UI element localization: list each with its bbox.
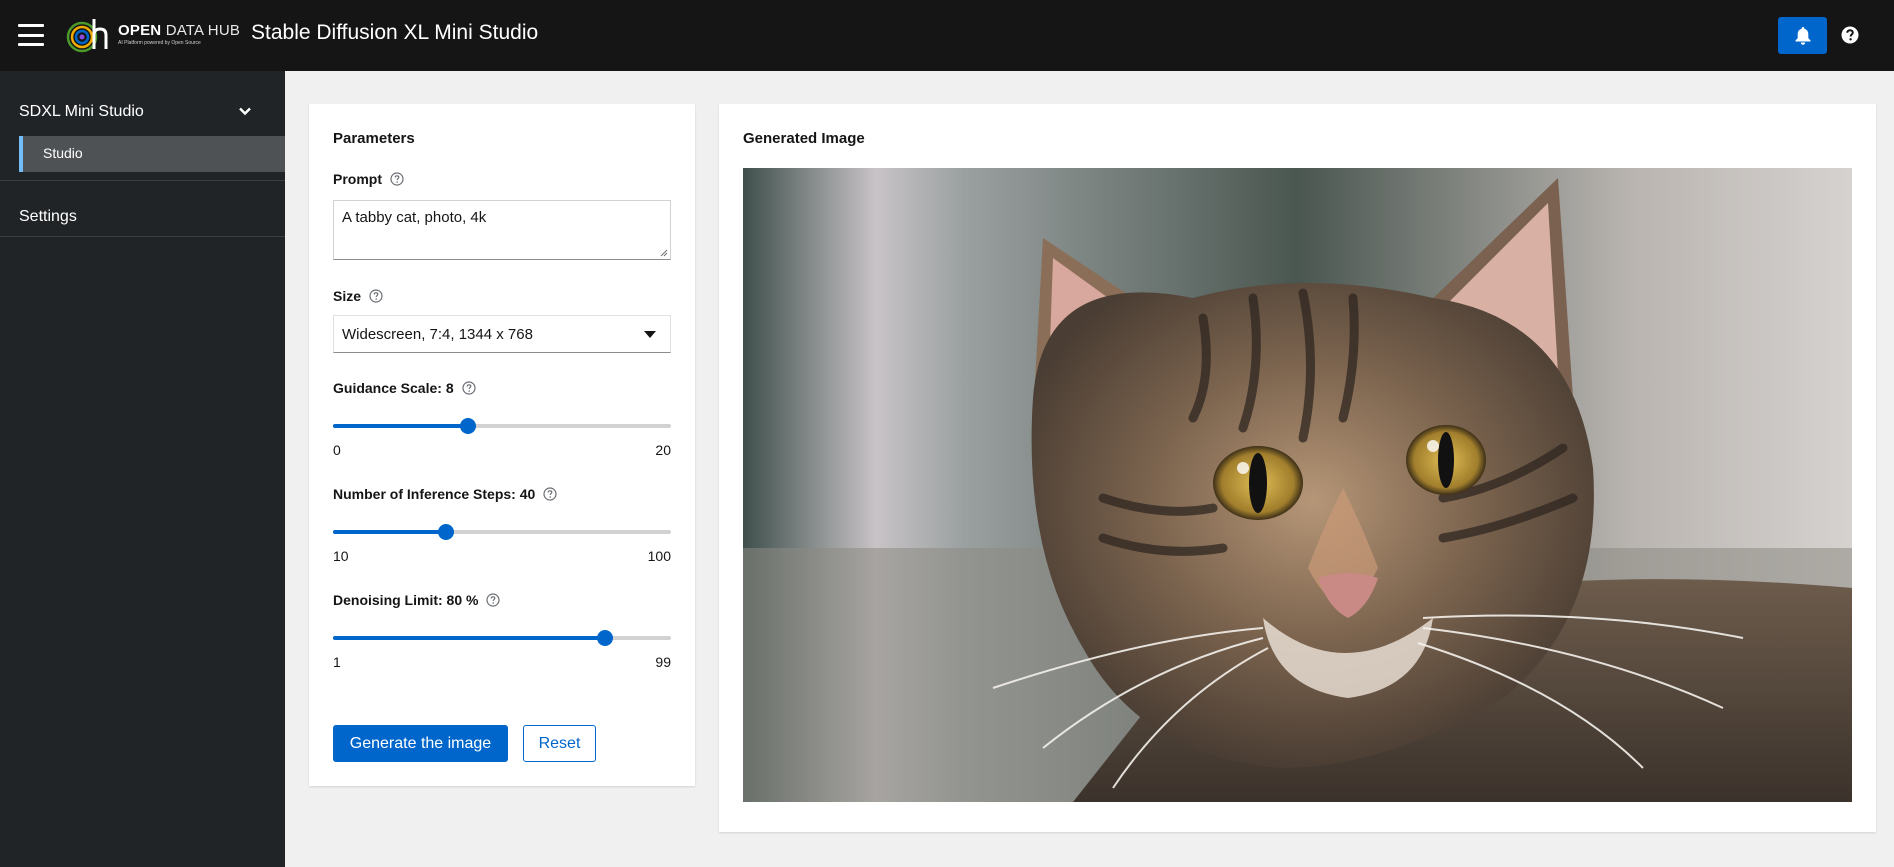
brand-logo: OPEN DATA HUB AI Platform powered by Ope… [66, 15, 240, 55]
prompt-label: Prompt [333, 171, 404, 187]
sidebar-divider [0, 180, 285, 181]
steps-label: Number of Inference Steps: 40 [333, 486, 557, 502]
guidance-max: 20 [655, 442, 671, 458]
prompt-textarea[interactable]: A tabby cat, photo, 4k [333, 200, 671, 260]
sidebar-group-sdxl-mini-studio[interactable]: SDXL Mini Studio [0, 93, 285, 133]
generated-image-title: Generated Image [743, 130, 865, 147]
generated-image-card: Generated Image [719, 104, 1876, 832]
brand-name-light: DATA HUB [165, 22, 241, 39]
reset-button[interactable]: Reset [523, 725, 596, 762]
chevron-down-icon [239, 107, 251, 116]
denoising-slider[interactable] [333, 628, 671, 648]
steps-slider[interactable] [333, 522, 671, 542]
help-icon[interactable] [543, 487, 557, 501]
steps-max: 100 [647, 548, 671, 564]
sidebar-group-label: SDXL Mini Studio [19, 103, 144, 120]
guidance-label: Guidance Scale: 8 [333, 380, 476, 396]
cat-photo-image [743, 168, 1852, 802]
slider-fill [333, 636, 606, 640]
sidebar-item-label: Settings [19, 208, 77, 225]
sidebar: SDXL Mini Studio Studio Settings [0, 71, 285, 867]
notifications-button[interactable] [1778, 17, 1827, 54]
app-title: Stable Diffusion XL Mini Studio [251, 21, 539, 44]
slider-thumb[interactable] [460, 418, 477, 434]
caret-down-icon [644, 331, 656, 338]
size-value: Widescreen, 7:4, 1344 x 768 [342, 325, 533, 343]
help-button[interactable] [1840, 25, 1860, 45]
sidebar-item-label: Studio [43, 145, 83, 161]
parameters-card: Parameters Prompt A tabby cat, photo, 4k… [309, 104, 695, 786]
help-icon[interactable] [369, 289, 383, 303]
size-select[interactable]: Widescreen, 7:4, 1344 x 768 [333, 315, 671, 353]
masthead: OPEN DATA HUB AI Platform powered by Ope… [0, 0, 1894, 71]
slider-fill [333, 424, 469, 428]
denoising-max: 99 [655, 654, 671, 670]
help-icon[interactable] [390, 172, 404, 186]
sidebar-item-settings[interactable]: Settings [0, 191, 285, 247]
prompt-value: A tabby cat, photo, 4k [342, 209, 487, 226]
parameters-title: Parameters [333, 130, 415, 147]
sidebar-item-studio[interactable]: Studio [19, 136, 285, 172]
slider-thumb[interactable] [597, 630, 614, 646]
brand-tagline: AI Platform powered by Open Source [118, 40, 201, 46]
generate-button[interactable]: Generate the image [333, 725, 508, 762]
help-icon[interactable] [462, 381, 476, 395]
guidance-slider[interactable] [333, 416, 671, 436]
help-icon [1841, 26, 1859, 44]
denoising-label: Denoising Limit: 80 % [333, 592, 501, 608]
denoising-min: 1 [333, 654, 341, 670]
steps-min: 10 [333, 548, 349, 564]
size-label: Size [333, 288, 383, 304]
resize-grip-icon[interactable] [660, 249, 668, 257]
bell-icon [1795, 26, 1810, 45]
slider-thumb[interactable] [437, 524, 454, 540]
menu-icon[interactable] [18, 24, 44, 46]
generated-image [743, 168, 1852, 802]
slider-fill [333, 530, 446, 534]
odh-logo-icon [66, 19, 108, 53]
guidance-min: 0 [333, 442, 341, 458]
help-icon[interactable] [486, 593, 501, 607]
sidebar-divider [0, 236, 285, 237]
brand-name: OPEN [118, 22, 162, 39]
